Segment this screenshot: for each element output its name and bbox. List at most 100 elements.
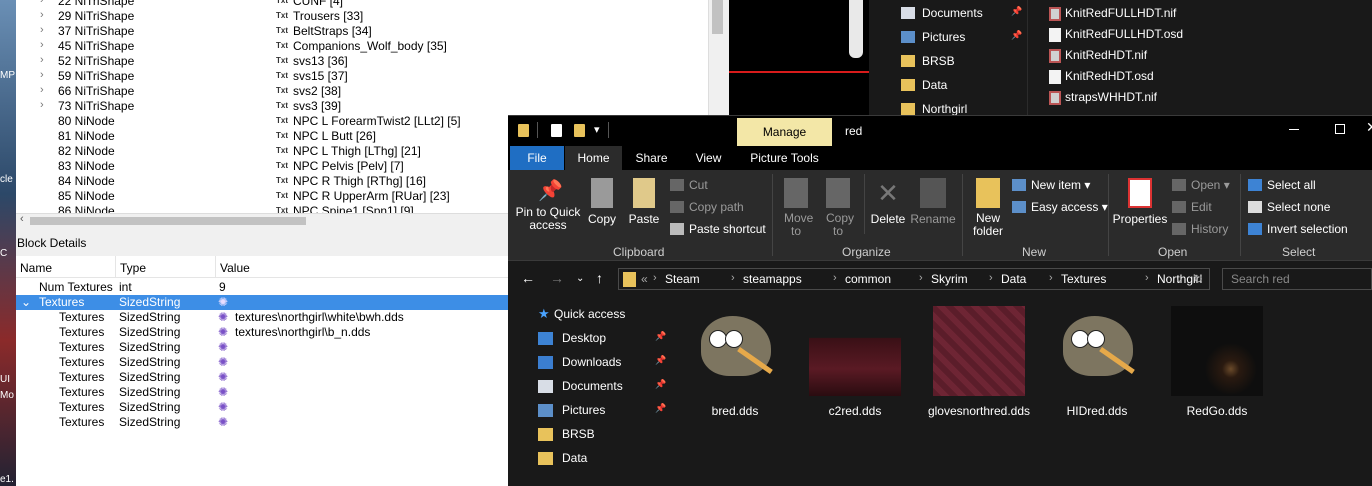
string-edit-icon[interactable]: ✺	[218, 325, 228, 339]
breadcrumb-item[interactable]: Textures	[1061, 272, 1106, 286]
refresh-icon[interactable]: ↻	[1193, 272, 1203, 286]
detail-row[interactable]: Textures SizedString ✺	[16, 400, 510, 415]
tree-row[interactable]: › 73 NiTriShape Txt svs3 [39]	[16, 99, 708, 114]
desktop-label[interactable]: Mo	[0, 390, 16, 401]
detail-row[interactable]: Textures SizedString ✺	[16, 415, 510, 430]
breadcrumb-separator-icon[interactable]: ›	[653, 272, 657, 284]
desktop-label[interactable]: C	[0, 248, 16, 259]
copy-path-button[interactable]: Copy path	[670, 200, 744, 214]
properties-button[interactable]: Properties	[1112, 178, 1168, 226]
tree-row[interactable]: › 22 NiTriShape Txt CUNF [4]	[16, 0, 708, 9]
copy-to-button[interactable]: Copy to	[820, 178, 856, 238]
back-arrow-icon[interactable]: ←	[521, 270, 535, 286]
cut-button[interactable]: Cut	[670, 178, 708, 192]
tree-row[interactable]: › 59 NiTriShape Txt svs15 [37]	[16, 69, 708, 84]
breadcrumb-item[interactable]: Skyrim	[931, 272, 968, 286]
tab-file[interactable]: File	[510, 146, 564, 170]
search-input[interactable]: Search red	[1222, 268, 1372, 290]
expand-chevron-icon[interactable]: ›	[40, 0, 44, 6]
string-edit-icon[interactable]: ✺	[218, 415, 228, 429]
recent-locations-chevron-icon[interactable]: ⌄	[576, 273, 584, 284]
edit-button[interactable]: Edit	[1172, 200, 1212, 214]
breadcrumb-separator-icon[interactable]: ›	[1145, 272, 1149, 284]
detail-row[interactable]: Num Textures int 9	[16, 280, 510, 295]
tab-view[interactable]: View	[680, 146, 737, 170]
open-button[interactable]: Open ▾	[1172, 178, 1230, 192]
expand-chevron-icon[interactable]: ›	[40, 54, 44, 66]
pin-icon[interactable]: 📌	[1011, 30, 1022, 41]
address-bar[interactable]: « › Steam › steamapps › common › Skyrim › Data › Te…	[618, 268, 1262, 290]
scroll-thumb[interactable]	[712, 0, 723, 34]
expand-chevron-icon[interactable]: ›	[40, 84, 44, 96]
pin-icon[interactable]: 📌	[655, 403, 666, 414]
column-divider[interactable]	[115, 256, 116, 278]
tree-row[interactable]: › 37 NiTriShape Txt BeltStraps [34]	[16, 24, 708, 39]
new-item-button[interactable]: New item ▾	[1012, 178, 1090, 192]
paste-shortcut-button[interactable]: Paste shortcut	[670, 222, 766, 236]
tree-row[interactable]: › 66 NiTriShape Txt svs2 [38]	[16, 84, 708, 99]
field-value[interactable]: textures\northgirl\white\bwh.dds	[235, 310, 404, 324]
scroll-left-arrow-icon[interactable]: ‹	[20, 213, 24, 225]
detail-row[interactable]: Textures SizedString ✺ textures\northgirl\b…	[16, 325, 510, 340]
expand-chevron-icon[interactable]: ›	[40, 24, 44, 36]
file-tile[interactable]: bred.dds	[679, 306, 791, 446]
breadcrumb-separator-icon[interactable]: ›	[833, 272, 837, 284]
breadcrumb-overflow[interactable]: «	[641, 272, 648, 286]
breadcrumb-item[interactable]: steamapps	[743, 272, 802, 286]
rename-button[interactable]: Rename	[910, 178, 956, 226]
detail-row[interactable]: Textures SizedString ✺	[16, 370, 510, 385]
column-divider[interactable]	[215, 256, 216, 278]
folder-icon[interactable]	[518, 124, 529, 137]
column-header-name[interactable]: Name	[20, 261, 52, 275]
close-icon[interactable]: ✕	[1366, 119, 1372, 136]
file-tile[interactable]: HIDred.dds	[1041, 306, 1153, 446]
new-folder-button[interactable]: New folder	[968, 178, 1008, 238]
breadcrumb-separator-icon[interactable]: ›	[989, 272, 993, 284]
select-none-button[interactable]: Select none	[1248, 200, 1330, 214]
breadcrumb-separator-icon[interactable]: ›	[919, 272, 923, 284]
detail-row[interactable]: Textures SizedString ✺ textures\northgirl\w…	[16, 310, 510, 325]
detail-row[interactable]: Textures SizedString ✺	[16, 355, 510, 370]
desktop-label[interactable]: UI	[0, 374, 16, 385]
string-edit-icon[interactable]: ✺	[218, 340, 228, 354]
desktop-label[interactable]: cle	[0, 174, 16, 185]
expand-chevron-icon[interactable]: ⌄	[21, 295, 31, 309]
new-folder-icon[interactable]	[574, 124, 585, 137]
pane-divider[interactable]	[1027, 0, 1028, 115]
file-tile[interactable]: glovesnorthred.dds	[923, 306, 1035, 446]
string-edit-icon[interactable]: ✺	[218, 385, 228, 399]
manage-contextual-tab[interactable]: Manage	[737, 118, 832, 146]
tab-share[interactable]: Share	[623, 146, 680, 170]
delete-button[interactable]: ✕ Delete	[870, 178, 906, 226]
pin-to-quick-access-button[interactable]: 📌 Pin to Quick access	[514, 178, 582, 232]
history-button[interactable]: History	[1172, 222, 1228, 236]
desktop-label[interactable]: MP	[0, 70, 16, 81]
breadcrumb-separator-icon[interactable]: ›	[731, 272, 735, 284]
string-edit-icon[interactable]: ✺	[218, 310, 228, 324]
detail-row[interactable]: ⌄ Textures SizedString ✺	[16, 295, 510, 310]
paste-button[interactable]: Paste	[626, 178, 662, 226]
file-tile[interactable]: RedGo.dds	[1161, 306, 1273, 446]
breadcrumb-separator-icon[interactable]: ›	[1049, 272, 1053, 284]
field-value[interactable]: 9	[219, 280, 226, 294]
properties-icon[interactable]	[551, 124, 562, 137]
copy-button[interactable]: Copy	[586, 178, 618, 226]
pin-icon[interactable]: 📌	[655, 331, 666, 342]
string-edit-icon[interactable]: ✺	[218, 400, 228, 414]
select-all-button[interactable]: Select all	[1248, 178, 1316, 192]
expand-chevron-icon[interactable]: ›	[40, 99, 44, 111]
move-to-button[interactable]: Move to	[778, 178, 814, 238]
title-bar[interactable]: ▾ Manage red ✕	[508, 116, 1372, 146]
up-arrow-icon[interactable]: ↑	[596, 270, 603, 286]
forward-arrow-icon[interactable]: →	[550, 270, 564, 286]
string-edit-icon[interactable]: ✺	[218, 370, 228, 384]
string-edit-icon[interactable]: ✺	[218, 295, 228, 309]
scroll-thumb[interactable]	[30, 217, 306, 225]
minimize-icon[interactable]	[1289, 129, 1299, 130]
easy-access-button[interactable]: Easy access ▾	[1012, 200, 1108, 214]
detail-row[interactable]: Textures SizedString ✺	[16, 340, 510, 355]
invert-selection-button[interactable]: Invert selection	[1248, 222, 1348, 236]
maximize-icon[interactable]	[1335, 124, 1345, 134]
desktop-label[interactable]: e1.	[0, 474, 16, 485]
detail-row[interactable]: Textures SizedString ✺	[16, 385, 510, 400]
